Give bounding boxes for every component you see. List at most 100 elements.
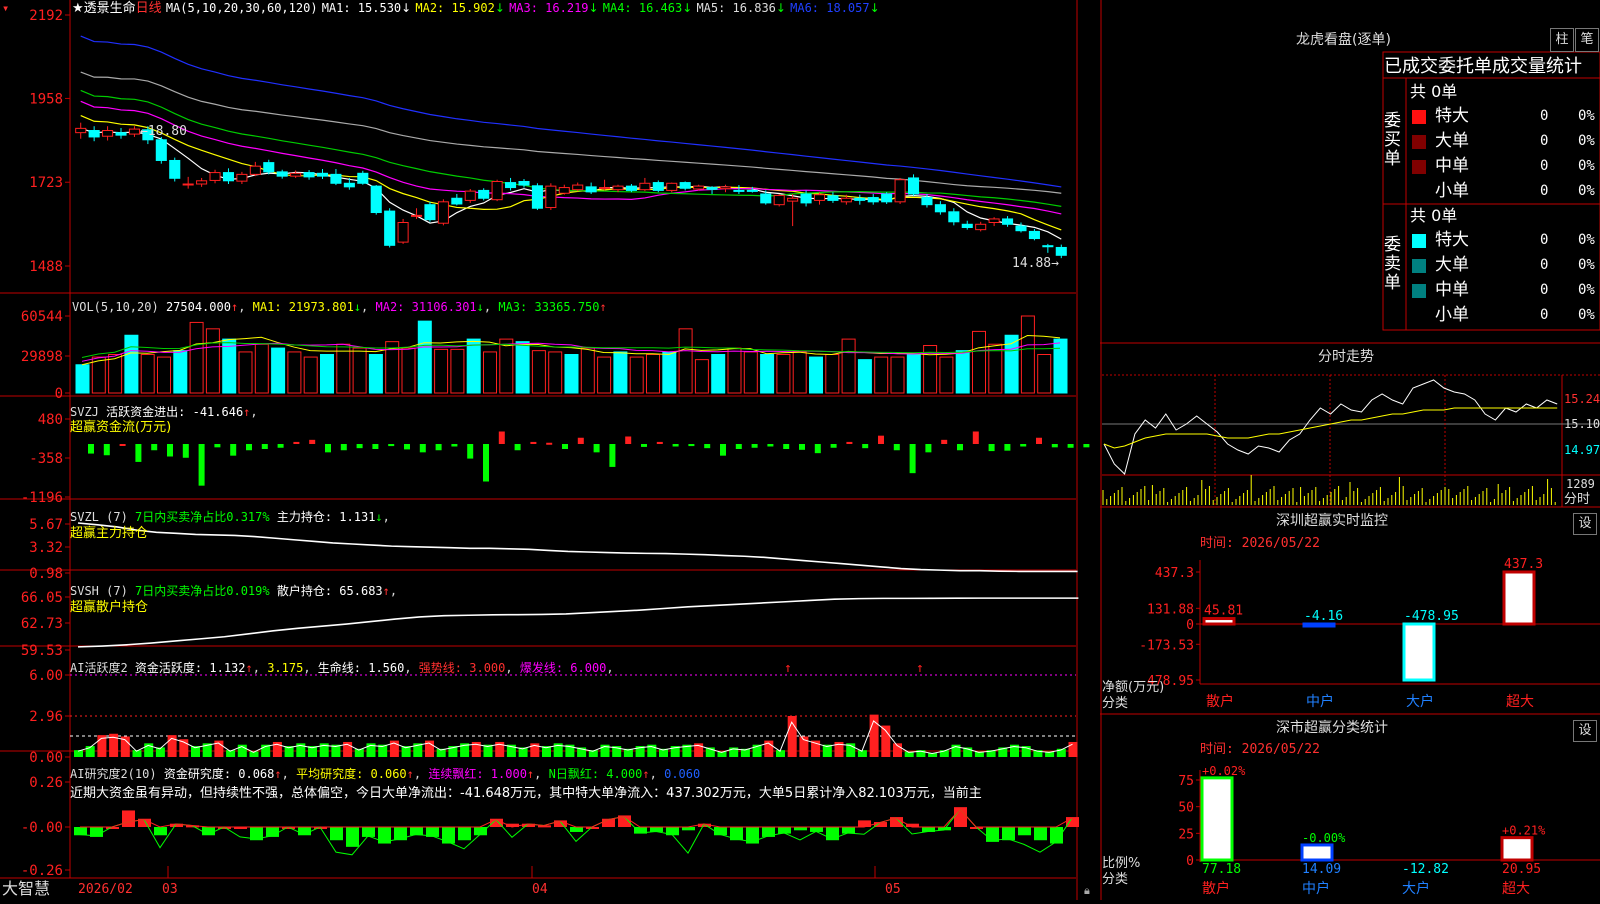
- svzj-bar: [530, 441, 537, 444]
- monitor-tick-label: -173.53: [1139, 638, 1194, 653]
- ai2-bar: [1018, 827, 1031, 836]
- monitor-settings-button[interactable]: 设: [1573, 513, 1597, 535]
- ma4-label: MA4: 16.463: [602, 1, 683, 15]
- ai-tick-label: 2.96: [29, 709, 63, 725]
- time-label-feb: 2026/02: [78, 882, 133, 897]
- ai2-avg: 平均研究度: 0.060: [296, 767, 407, 781]
- vol-bar: [499, 338, 514, 394]
- price-tick-label: 1958: [29, 91, 63, 107]
- svsh-label2: 散户持仓: 65.683: [276, 584, 383, 598]
- vol-bar: [988, 343, 1003, 394]
- candle-body: [813, 194, 826, 201]
- svzj-bar: [830, 444, 837, 448]
- svzj-bar: [909, 444, 916, 474]
- classify-tick-label: 25: [1178, 827, 1194, 842]
- vol-bar: [564, 354, 579, 394]
- ma6-label: MA6: 18.057: [790, 1, 870, 15]
- classify-tick-label: 50: [1178, 801, 1194, 816]
- stock-name[interactable]: 透景生命: [84, 1, 136, 16]
- vol-bar: [629, 356, 644, 394]
- candle-body: [196, 180, 208, 185]
- legend-swatch: [1412, 309, 1426, 323]
- svzl-subtitle: 超赢主力持仓: [70, 526, 149, 541]
- monitor-tick-label: 437.3: [1155, 566, 1194, 581]
- order-pct: 0%: [1578, 307, 1595, 323]
- monitor-title: 深圳超赢实时监控: [1276, 513, 1388, 529]
- vol-bar: [157, 356, 171, 394]
- svzj-legend: SVZJ 活跃资金进出: -41.646↑,: [70, 405, 258, 419]
- vol-bar: [189, 321, 204, 394]
- main-chart-svg[interactable]: 2192195817231488←18.8014.88→605442989804…: [0, 0, 1100, 900]
- candle-body: [397, 222, 409, 243]
- ai2-tick-label: 0.26: [29, 775, 63, 791]
- order-pct: 0%: [1578, 232, 1595, 248]
- candle-body: [437, 201, 449, 224]
- svsh-label1: 7日内买卖净占比0.019%: [135, 584, 270, 598]
- vol-bar: [450, 348, 465, 394]
- vol-ma2: MA2: 31106.301: [375, 300, 477, 314]
- candle-body: [88, 130, 100, 138]
- ai2-nred: N日飘红: 4.000: [548, 767, 643, 781]
- lock-icon[interactable]: 🔒︎: [1084, 883, 1090, 898]
- candle-body: [840, 197, 852, 203]
- ai2-bar: [394, 827, 407, 841]
- classify-settings-button[interactable]: 设: [1573, 720, 1597, 742]
- ai-title: AI活跃度2: [70, 661, 128, 675]
- price-tick-label: 1723: [29, 175, 63, 191]
- classify-pct-label: +0.02%: [1202, 764, 1246, 778]
- candle-body: [290, 172, 302, 177]
- candle-body: [585, 186, 597, 193]
- main-chart-area[interactable]: 2192 1958 1723 1488 ←18.80 14.88→ 60544 29898 0 4…: [0, 0, 1100, 900]
- classify-cat-label: 超大: [1502, 881, 1530, 897]
- candle-body: [1055, 246, 1067, 256]
- vol-bar: [727, 347, 742, 394]
- order-label: 小单: [1435, 305, 1469, 325]
- candle-body: [558, 187, 570, 194]
- monitor-time: 时间: 2026/05/22: [1200, 536, 1320, 551]
- vol-bar: [352, 347, 367, 394]
- classify-value-label: 14.09: [1302, 862, 1341, 877]
- menu-dot-icon[interactable]: ▾: [2, 1, 9, 16]
- candle-body: [330, 173, 342, 184]
- classify-pct-label: -0.00%: [1302, 831, 1346, 845]
- candle-body: [169, 159, 181, 179]
- order-label: 特大: [1435, 230, 1469, 250]
- ai-arrow: ↑: [784, 661, 792, 676]
- ai2-bar: [154, 827, 167, 836]
- vol-bar: [743, 351, 758, 394]
- candle-body: [249, 165, 261, 175]
- candle-body: [961, 223, 973, 228]
- svzj-bar: [593, 444, 600, 453]
- classify-value-label: -12.82: [1402, 862, 1449, 877]
- vol-ma1: MA1: 21973.801: [252, 300, 354, 314]
- candle-body: [652, 182, 664, 191]
- order-count: 0: [1540, 158, 1549, 174]
- legend-swatch: [1412, 110, 1426, 124]
- svzl-tick-label: 0.98: [29, 566, 63, 582]
- period-label[interactable]: 日线: [136, 1, 162, 16]
- candle-body: [867, 197, 879, 203]
- price-tick-label: 1488: [29, 259, 63, 275]
- vol-bar: [417, 320, 432, 394]
- monitor-cat-label: 中户: [1306, 693, 1334, 710]
- svzj-bar: [167, 444, 173, 457]
- svzj-bar: [435, 444, 442, 451]
- svzj-bar: [957, 444, 963, 451]
- candle-body: [733, 189, 745, 192]
- candle-body: [518, 181, 530, 186]
- svzj-tick-label: -358: [29, 451, 63, 467]
- vol-legend: VOL(5,10,20) 27504.000↑, MA1: 21973.801↓…: [72, 300, 607, 314]
- vol-bar: [368, 354, 383, 394]
- vol-bar: [694, 359, 709, 394]
- legend-swatch: [1412, 185, 1426, 199]
- order-count: 0: [1540, 282, 1549, 298]
- bar-mode-button[interactable]: 柱: [1550, 28, 1574, 52]
- tick-mode-button[interactable]: 笔: [1575, 28, 1599, 52]
- candle-body: [572, 184, 584, 191]
- ai2-bar: [1066, 817, 1079, 827]
- candle-body: [679, 182, 691, 189]
- candle-body: [787, 197, 799, 202]
- monitor-cat-label: 大户: [1406, 693, 1434, 710]
- vol-bar: [320, 354, 334, 394]
- candle-body: [222, 172, 235, 182]
